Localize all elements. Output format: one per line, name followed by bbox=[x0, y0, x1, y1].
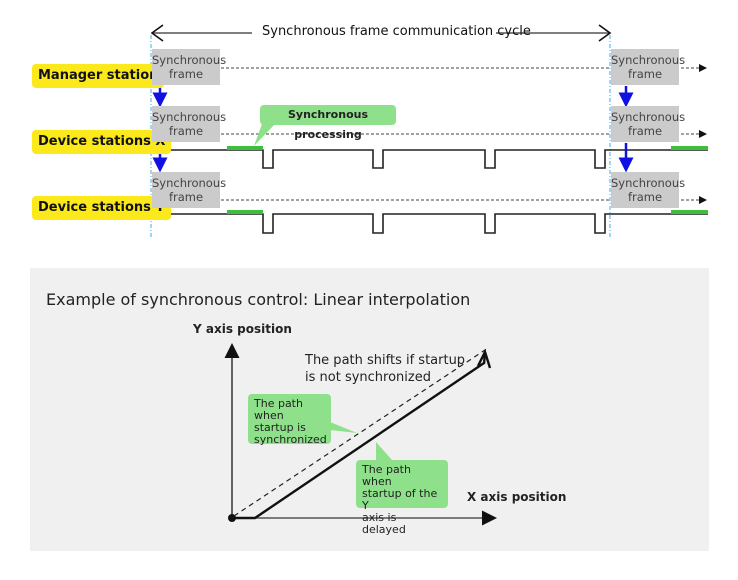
device-y-sync-frame-next: Synchronous frame bbox=[611, 172, 685, 208]
processing-callout-pointer bbox=[254, 124, 275, 146]
device-y-sync-frame: Synchronous frame bbox=[152, 172, 226, 208]
path-shift-note: The path shifts if startup is not synchr… bbox=[305, 353, 466, 385]
delayed-path-callout: The path when startup of the Y axis is d… bbox=[356, 460, 448, 536]
manager-sync-frame: Synchronous frame bbox=[152, 49, 226, 85]
sync-path-callout: The path when startup is synchronized bbox=[248, 394, 331, 446]
x-axis-label: X axis position bbox=[467, 490, 567, 504]
sync-processing-callout: Synchronous processing bbox=[260, 105, 396, 141]
example-title: Example of synchronous control: Linear i… bbox=[46, 290, 471, 309]
cycle-label: Synchronous frame communication cycle bbox=[262, 24, 531, 39]
manager-sync-frame-next: Synchronous frame bbox=[611, 49, 685, 85]
transfer-arrows bbox=[152, 86, 634, 173]
y-axis-label: Y axis position bbox=[193, 322, 292, 336]
device-x-sync-frame-next: Synchronous frame bbox=[611, 106, 685, 142]
device-y-waveform bbox=[152, 213, 708, 234]
device-x-label: Device stations X bbox=[32, 130, 172, 154]
device-x-waveform bbox=[152, 149, 708, 169]
manager-station-label: Manager station bbox=[32, 64, 165, 88]
device-x-sync-frame: Synchronous frame bbox=[152, 106, 226, 142]
device-y-label: Device stations Y bbox=[32, 196, 171, 220]
